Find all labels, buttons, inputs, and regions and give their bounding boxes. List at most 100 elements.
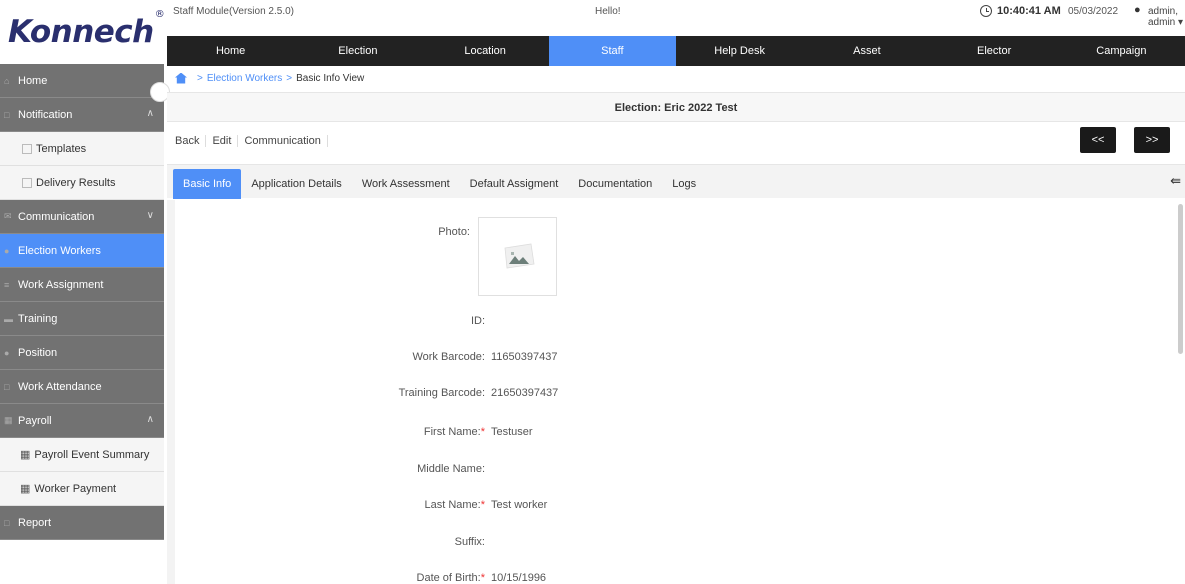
next-record-button[interactable]: >> bbox=[1134, 127, 1170, 153]
sidebar-item-election-workers[interactable]: ● Election Workers bbox=[0, 234, 164, 268]
work-assignment-icon: ≡ bbox=[4, 279, 10, 290]
sidebar-item-label: Work Assignment bbox=[18, 278, 104, 291]
chevron-up-icon: ∧ bbox=[146, 414, 154, 425]
sidebar-item-delivery-results[interactable]: Delivery Results bbox=[0, 166, 164, 200]
templates-icon bbox=[22, 143, 32, 154]
sidebar-item-work-attendance[interactable]: □ Work Attendance bbox=[0, 370, 164, 404]
tab-logs[interactable]: Logs bbox=[662, 169, 706, 199]
dob-value: 10/15/1996 bbox=[491, 572, 547, 584]
sidebar-item-label: Training bbox=[18, 312, 58, 325]
sidebar-item-label: Worker Payment bbox=[34, 482, 117, 495]
home-icon: ⌂ bbox=[4, 75, 10, 86]
photo-label: Photo: bbox=[438, 226, 470, 238]
workers-icon: ● bbox=[4, 245, 10, 256]
sidebar-item-communication[interactable]: ✉ Communication ∨ bbox=[0, 200, 164, 234]
user-icon: ● bbox=[1134, 4, 1141, 16]
sidebar-item-label: Templates bbox=[36, 142, 87, 155]
clock-icon bbox=[980, 5, 992, 17]
dob-label-text: Date of Birth: bbox=[416, 572, 481, 584]
nav-staff[interactable]: Staff bbox=[548, 36, 676, 66]
action-bar: Back Edit Communication bbox=[167, 131, 328, 151]
last-name-label: Last Name:* bbox=[165, 499, 485, 511]
last-name-value: Test worker bbox=[491, 499, 548, 511]
worker-payment-icon: ▦ bbox=[20, 483, 31, 495]
first-name-label-text: First Name: bbox=[423, 426, 481, 438]
middle-name-label: Middle Name: bbox=[417, 463, 485, 475]
sidebar-item-label: Communication bbox=[18, 210, 95, 223]
sidebar-item-label: Delivery Results bbox=[36, 176, 116, 189]
tab-documentation[interactable]: Documentation bbox=[568, 169, 662, 199]
nav-election[interactable]: Election bbox=[294, 36, 421, 66]
payroll-event-icon: ▦ bbox=[20, 449, 31, 461]
sidebar-item-label: Notification bbox=[18, 108, 73, 121]
required-marker: * bbox=[480, 426, 485, 438]
sidebar-item-work-assignment[interactable]: ≡ Work Assignment bbox=[0, 268, 164, 302]
breadcrumb: > Election Workers > Basic Info View bbox=[167, 68, 364, 88]
user-menu[interactable]: admin, admin ▾ bbox=[1148, 6, 1185, 28]
sidebar: ⌂ Home □ Notification ∧ Templates Delivery … bbox=[0, 64, 164, 584]
sidebar-item-payroll[interactable]: ▦ Payroll ∧ bbox=[0, 404, 164, 438]
sidebar-item-label: Work Attendance bbox=[18, 380, 102, 393]
sidebar-item-training[interactable]: ▬ Training bbox=[0, 302, 164, 336]
tab-default-assignment[interactable]: Default Assigment bbox=[460, 169, 569, 199]
sidebar-item-label: Home bbox=[18, 74, 48, 87]
training-barcode-label: Training Barcode: bbox=[398, 387, 485, 399]
sidebar-item-report[interactable]: □ Report bbox=[0, 506, 164, 540]
suffix-label: Suffix: bbox=[454, 536, 485, 548]
breadcrumb-current: Basic Info View bbox=[296, 72, 365, 84]
election-title: Election: Eric 2022 Test bbox=[167, 92, 1185, 122]
sidebar-item-templates[interactable]: Templates bbox=[0, 132, 164, 166]
communication-button[interactable]: Communication bbox=[238, 135, 328, 147]
image-icon bbox=[504, 243, 535, 269]
home-icon[interactable] bbox=[175, 72, 187, 84]
previous-record-button[interactable]: << bbox=[1080, 127, 1116, 153]
nav-help-desk[interactable]: Help Desk bbox=[676, 36, 803, 66]
logo-text: Konnech bbox=[8, 14, 154, 50]
work-barcode-label: Work Barcode: bbox=[412, 351, 485, 363]
vertical-scrollbar[interactable] bbox=[1178, 204, 1183, 354]
nav-asset[interactable]: Asset bbox=[803, 36, 930, 66]
tab-application-details[interactable]: Application Details bbox=[241, 169, 352, 199]
sidebar-item-label: Report bbox=[18, 516, 52, 529]
back-button[interactable]: Back bbox=[167, 135, 207, 147]
communication-icon: ✉ bbox=[4, 211, 12, 221]
tab-bar: Basic Info Application Details Work Asse… bbox=[167, 164, 1185, 199]
breadcrumb-separator: > bbox=[286, 72, 293, 84]
top-info-bar: Staff Module(Version 2.5.0) Hello! 10:40… bbox=[167, 0, 1185, 36]
current-time: 10:40:41 AM bbox=[997, 5, 1061, 17]
first-name-label: First Name:* bbox=[165, 426, 485, 438]
dob-label: Date of Birth:* bbox=[165, 572, 485, 584]
edit-button[interactable]: Edit bbox=[206, 135, 239, 147]
sidebar-item-label: Position bbox=[18, 346, 58, 359]
tab-work-assessment[interactable]: Work Assessment bbox=[352, 169, 460, 199]
nav-home[interactable]: Home bbox=[167, 36, 294, 66]
collapse-tabs-icon[interactable]: ⇚ bbox=[1170, 173, 1181, 189]
current-date: 05/03/2022 bbox=[1068, 6, 1119, 17]
nav-location[interactable]: Location bbox=[422, 36, 549, 66]
last-name-label-text: Last Name: bbox=[424, 499, 481, 511]
konnech-logo: Konnech® bbox=[8, 9, 165, 50]
required-marker: * bbox=[480, 572, 485, 584]
sidebar-item-payroll-event-summary[interactable]: ▦ Payroll Event Summary bbox=[0, 438, 164, 472]
nav-campaign[interactable]: Campaign bbox=[1058, 36, 1185, 66]
sidebar-item-label: Payroll bbox=[18, 414, 52, 427]
breadcrumb-election-workers[interactable]: Election Workers bbox=[207, 73, 282, 84]
chevron-up-icon: ∧ bbox=[146, 108, 154, 119]
chevron-down-icon: ∨ bbox=[146, 210, 154, 221]
sidebar-item-worker-payment[interactable]: ▦ Worker Payment bbox=[0, 472, 164, 506]
sidebar-item-notification[interactable]: □ Notification ∧ bbox=[0, 98, 164, 132]
notification-icon: □ bbox=[4, 109, 10, 120]
sidebar-item-position[interactable]: ● Position bbox=[0, 336, 164, 370]
nav-elector[interactable]: Elector bbox=[931, 36, 1058, 66]
first-name-value: Testuser bbox=[491, 426, 533, 438]
photo-placeholder bbox=[478, 217, 557, 296]
registered-mark: ® bbox=[154, 8, 165, 20]
main-nav: Home Election Location Staff Help Desk A… bbox=[167, 36, 1185, 66]
sidebar-item-label: Payroll Event Summary bbox=[34, 448, 150, 461]
report-icon: □ bbox=[4, 517, 10, 528]
breadcrumb-separator: > bbox=[197, 72, 203, 84]
required-marker: * bbox=[480, 499, 485, 511]
module-version: Staff Module(Version 2.5.0) bbox=[173, 6, 294, 17]
tab-basic-info[interactable]: Basic Info bbox=[173, 169, 242, 199]
sidebar-item-home[interactable]: ⌂ Home bbox=[0, 64, 164, 98]
